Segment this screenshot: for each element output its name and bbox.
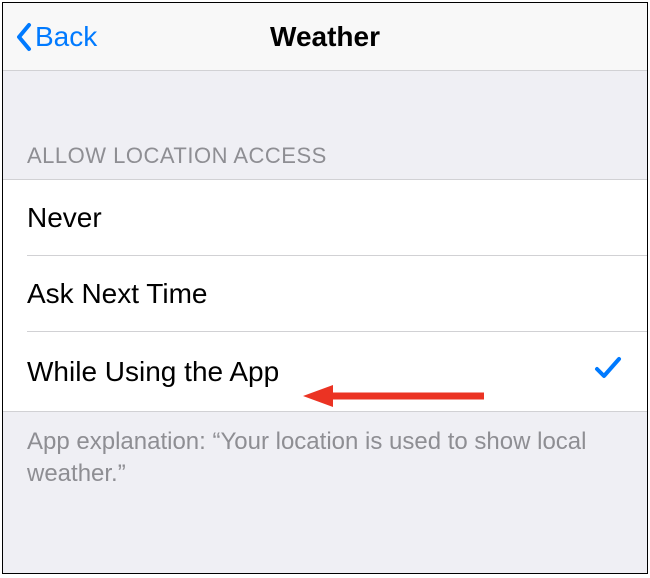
option-never[interactable]: Never xyxy=(3,180,647,256)
page-title: Weather xyxy=(270,21,380,53)
option-while-using[interactable]: While Using the App xyxy=(3,332,647,411)
section-header: ALLOW LOCATION ACCESS xyxy=(3,71,647,179)
option-label: Ask Next Time xyxy=(27,278,207,310)
chevron-left-icon xyxy=(15,22,33,52)
option-label: Never xyxy=(27,202,102,234)
nav-bar: Back Weather xyxy=(3,3,647,71)
option-ask-next-time[interactable]: Ask Next Time xyxy=(3,256,647,332)
section-footer: App explanation: “Your location is used … xyxy=(3,412,647,505)
options-list: Never Ask Next Time While Using the App xyxy=(3,179,647,412)
back-label: Back xyxy=(35,21,97,53)
option-label: While Using the App xyxy=(27,356,279,388)
settings-screen: Back Weather ALLOW LOCATION ACCESS Never… xyxy=(2,2,648,574)
checkmark-icon xyxy=(593,354,623,389)
back-button[interactable]: Back xyxy=(3,21,97,53)
